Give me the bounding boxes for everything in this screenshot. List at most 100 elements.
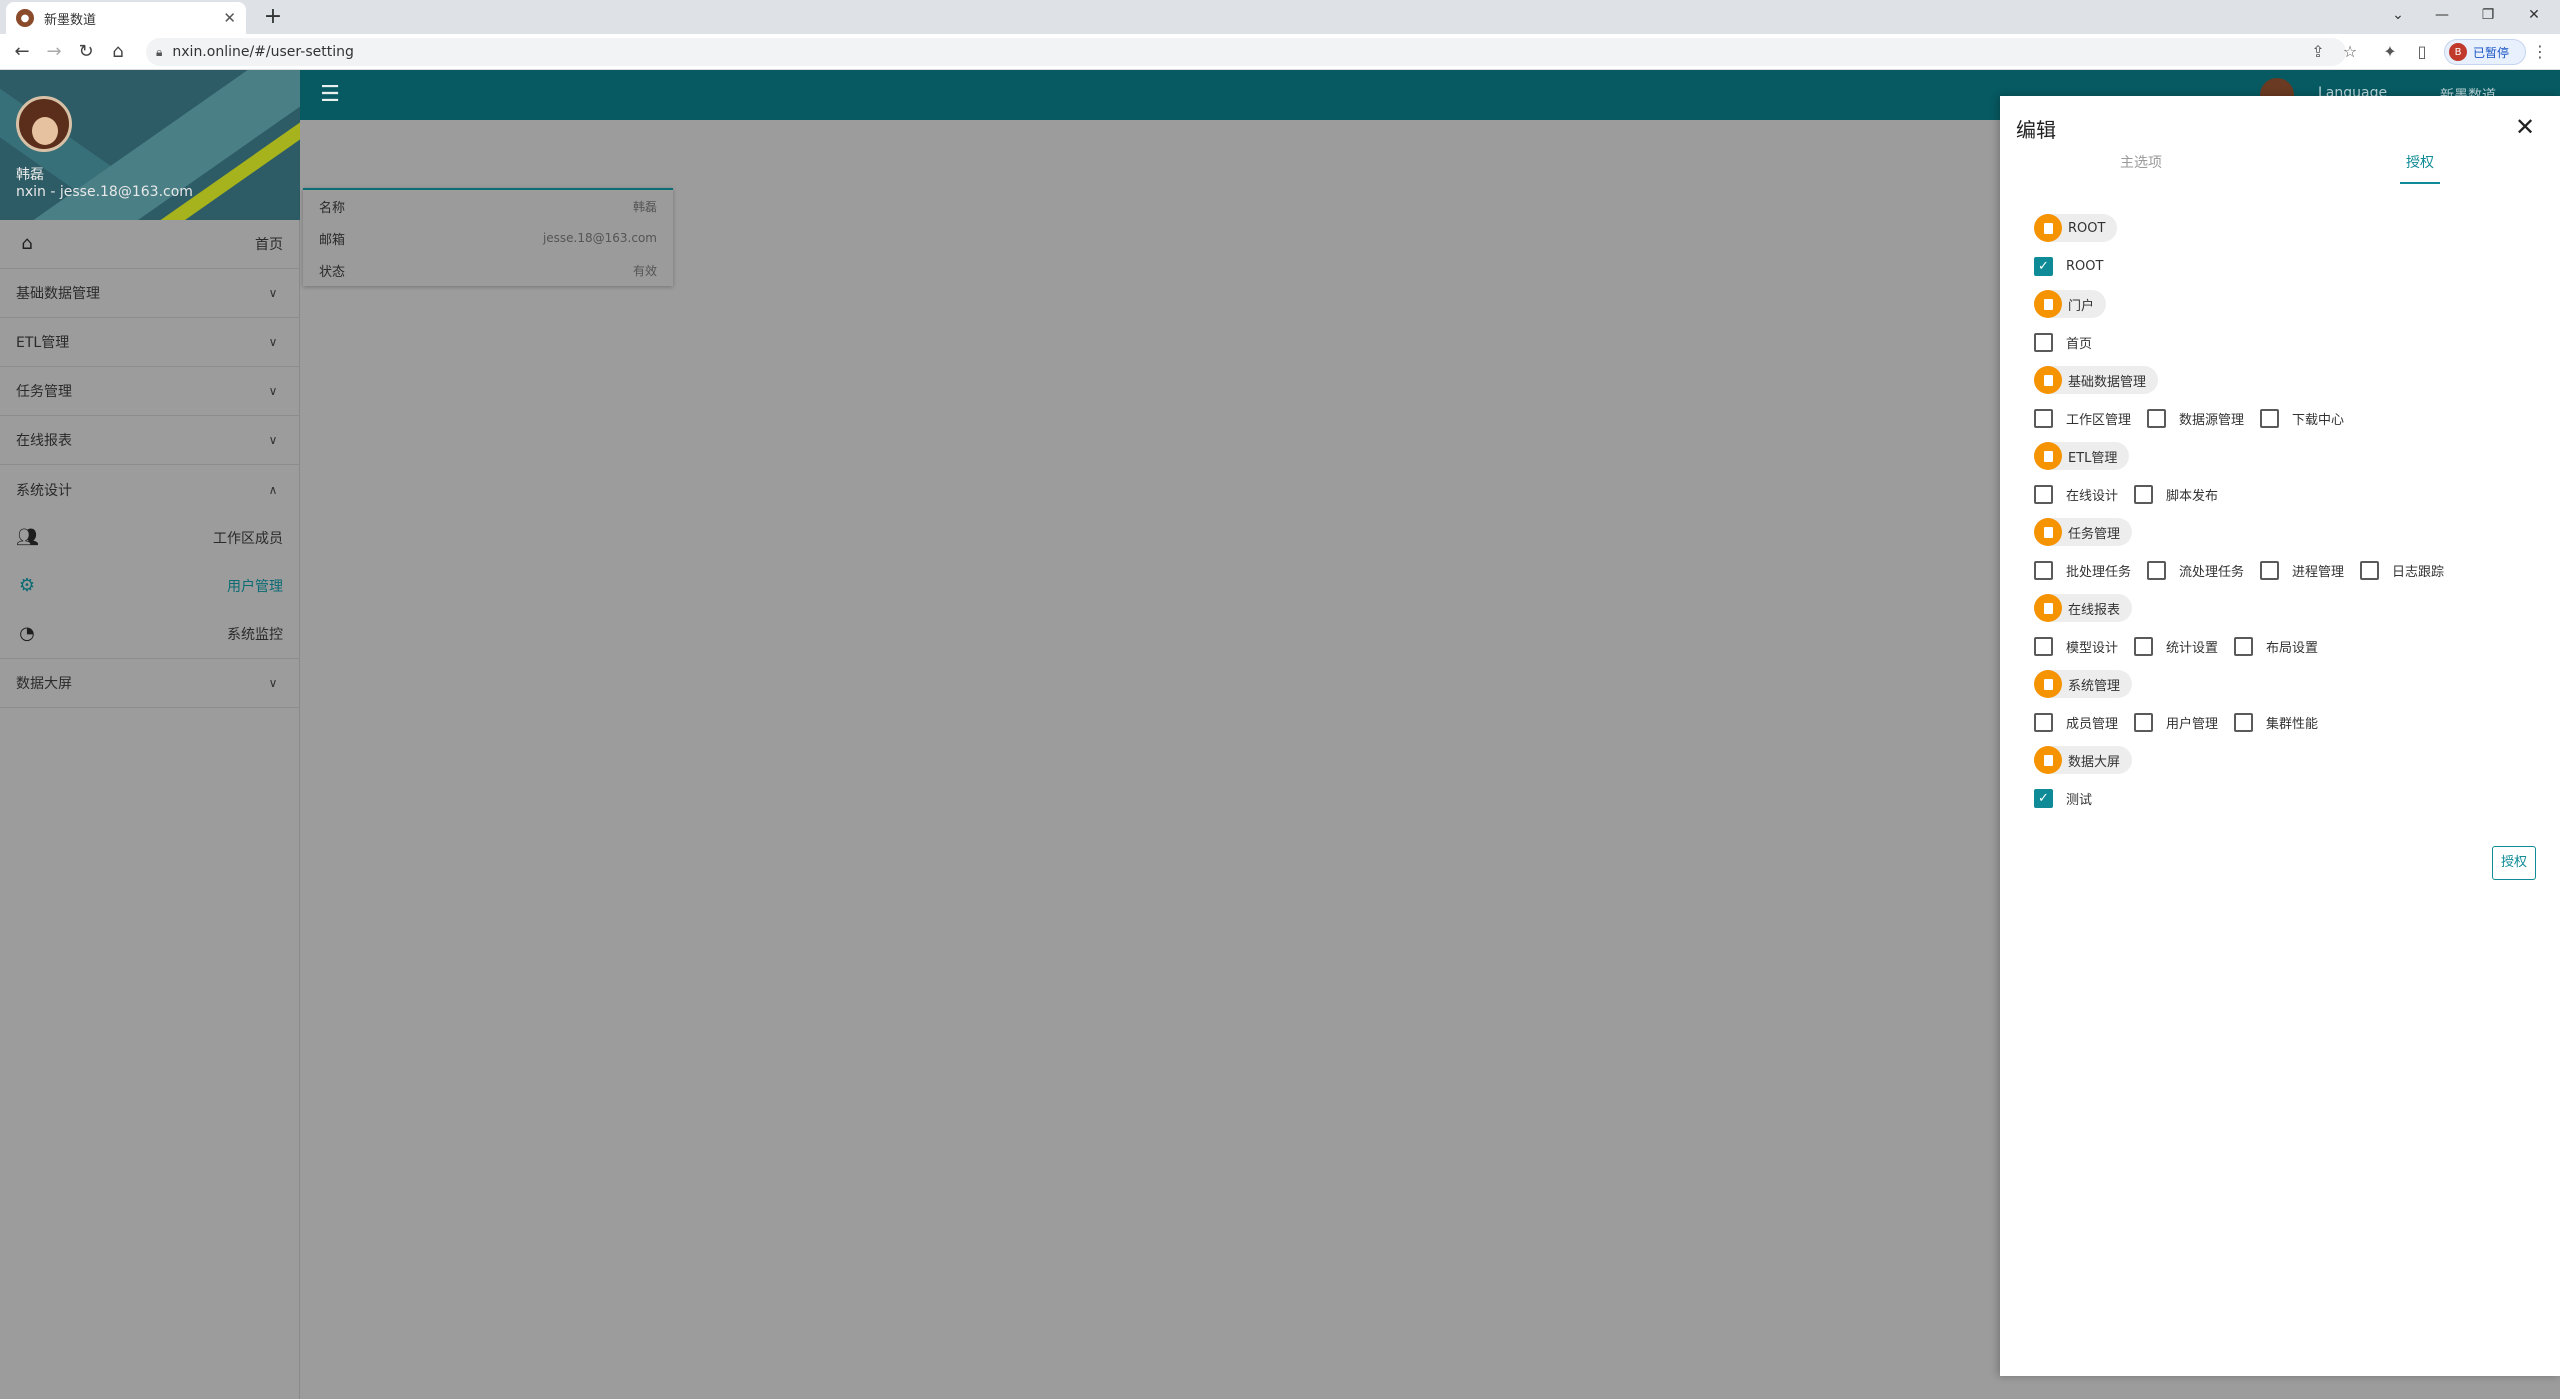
- browser-tab[interactable]: ● 新墨数道 ✕: [6, 2, 246, 34]
- permission-row: 模型设计 统计设置 布局设置: [2034, 632, 2534, 660]
- bookmark-icon: [2034, 290, 2062, 318]
- sidebar-item-system-monitor[interactable]: ◔ 系统监控: [0, 610, 299, 658]
- checkbox-unchecked-icon[interactable]: [2034, 712, 2053, 732]
- menu-toggle-icon[interactable]: ☰: [318, 83, 342, 107]
- back-icon[interactable]: ←: [10, 40, 34, 64]
- tab-main-options[interactable]: 主选项: [2106, 148, 2176, 184]
- info-row: 邮箱 jesse.18@163.com: [303, 222, 673, 254]
- permission-label: 测试: [2066, 792, 2093, 808]
- side-panel-icon[interactable]: ▯: [2410, 40, 2434, 64]
- permission-label: 模型设计: [2066, 640, 2119, 656]
- sidebar-item-tasks[interactable]: 任务管理 ∨: [0, 367, 299, 416]
- people-icon: 👥︎: [16, 527, 39, 548]
- sidebar-item-user-management[interactable]: ⚙ 用户管理: [0, 562, 299, 610]
- permission-checkbox[interactable]: 统计设置: [2134, 636, 2219, 656]
- permission-checkbox[interactable]: 用户管理: [2134, 712, 2218, 732]
- window-close-button[interactable]: ✕: [2512, 0, 2556, 30]
- sidebar-item-home[interactable]: ⌂ 首页: [0, 220, 299, 269]
- permission-checkbox[interactable]: ✓ 测试: [2034, 788, 2093, 808]
- chevron-down-icon: ∨: [268, 384, 278, 398]
- checkbox-unchecked-icon[interactable]: [2034, 636, 2053, 656]
- checkbox-checked-icon[interactable]: ✓: [2034, 256, 2053, 276]
- chevron-up-icon: ∧: [268, 482, 278, 497]
- permission-group-label: 任务管理: [2068, 526, 2121, 542]
- minimize-button[interactable]: —: [2420, 0, 2464, 30]
- permission-label: 统计设置: [2166, 640, 2219, 656]
- profile-name: 韩磊: [16, 167, 44, 183]
- permission-group-label: ROOT: [2068, 220, 2106, 236]
- browser-menu-icon[interactable]: ⋮: [2528, 40, 2552, 64]
- sidebar-item-label: 用户管理: [227, 579, 283, 595]
- permission-label: 脚本发布: [2166, 488, 2219, 504]
- address-bar[interactable]: 🔒︎ nxin.online/#/user-setting: [146, 38, 2346, 66]
- permission-row: 工作区管理 数据源管理 下载中心: [2034, 404, 2534, 432]
- checkbox-unchecked-icon[interactable]: [2134, 712, 2154, 732]
- permission-checkbox[interactable]: 数据源管理: [2147, 408, 2245, 428]
- sidebar-item-basic-data[interactable]: 基础数据管理 ∨: [0, 269, 299, 318]
- sidebar-item-label: 首页: [255, 237, 283, 253]
- share-icon[interactable]: ⇪: [2306, 40, 2330, 64]
- permission-checkbox[interactable]: 首页: [2034, 332, 2092, 352]
- bookmark-icon: [2034, 518, 2062, 546]
- checkbox-unchecked-icon[interactable]: [2034, 408, 2053, 428]
- checkbox-checked-icon[interactable]: ✓: [2034, 788, 2053, 808]
- permission-checkbox[interactable]: 日志跟踪: [2360, 560, 2444, 580]
- bookmark-icon: [2034, 746, 2062, 774]
- checkbox-unchecked-icon[interactable]: [2034, 560, 2053, 580]
- tab-grant[interactable]: 授权: [2400, 148, 2440, 184]
- permission-checkbox[interactable]: 批处理任务: [2034, 560, 2131, 580]
- permission-checkbox[interactable]: 进程管理: [2260, 560, 2344, 580]
- checkbox-unchecked-icon[interactable]: [2134, 636, 2154, 656]
- permission-checkbox[interactable]: 在线设计: [2034, 484, 2118, 504]
- new-tab-button[interactable]: +: [260, 4, 286, 30]
- permission-checkbox[interactable]: 成员管理: [2034, 712, 2118, 732]
- sidebar-item-workspace-members[interactable]: 👥︎ 工作区成员: [0, 514, 299, 562]
- checkbox-unchecked-icon[interactable]: [2147, 408, 2167, 428]
- sidebar-item-label: 系统监控: [227, 627, 283, 643]
- checkbox-unchecked-icon[interactable]: [2234, 712, 2254, 732]
- permission-group-chip: 门户: [2034, 290, 2107, 318]
- sidebar-item-label: 工作区成员: [213, 531, 283, 547]
- checkbox-unchecked-icon[interactable]: [2134, 484, 2154, 504]
- forward-icon[interactable]: →: [42, 40, 66, 64]
- checkbox-unchecked-icon[interactable]: [2034, 332, 2053, 352]
- checkbox-unchecked-icon[interactable]: [2034, 484, 2053, 504]
- sidebar-item-reports[interactable]: 在线报表 ∨: [0, 416, 299, 465]
- permission-checkbox[interactable]: 工作区管理: [2034, 408, 2131, 428]
- permission-group-chip: ROOT: [2034, 214, 2118, 242]
- permission-group-label: ETL管理: [2068, 450, 2118, 466]
- permission-label: 流处理任务: [2179, 564, 2245, 580]
- tab-search-icon[interactable]: ⌄: [2376, 0, 2420, 30]
- permission-checkbox[interactable]: ✓ ROOT: [2034, 256, 2103, 276]
- permission-checkbox[interactable]: 布局设置: [2234, 636, 2318, 656]
- info-key: 状态: [319, 264, 346, 280]
- permission-row: 在线设计 脚本发布: [2034, 480, 2534, 508]
- checkbox-unchecked-icon[interactable]: [2360, 560, 2380, 580]
- info-value: jesse.18@163.com: [542, 231, 657, 245]
- sidebar-item-etl[interactable]: ETL管理 ∨: [0, 318, 299, 367]
- grant-button[interactable]: 授权: [2492, 846, 2536, 880]
- permission-row: 首页: [2034, 328, 2534, 356]
- checkbox-unchecked-icon[interactable]: [2260, 408, 2280, 428]
- permission-checkbox[interactable]: 流处理任务: [2147, 560, 2245, 580]
- bookmark-star-icon[interactable]: ☆: [2338, 40, 2362, 64]
- extensions-icon[interactable]: ✦: [2378, 40, 2402, 64]
- close-icon[interactable]: ✕: [2510, 112, 2540, 142]
- tab-close-icon[interactable]: ✕: [223, 9, 236, 27]
- checkbox-unchecked-icon[interactable]: [2147, 560, 2167, 580]
- permission-checkbox[interactable]: 下载中心: [2260, 408, 2344, 428]
- sidebar-item-system-design[interactable]: 系统设计 ∧: [0, 465, 299, 514]
- permission-row: 批处理任务 流处理任务 进程管理 日志跟踪: [2034, 556, 2534, 584]
- permission-checkbox[interactable]: 脚本发布: [2134, 484, 2219, 504]
- checkbox-unchecked-icon[interactable]: [2234, 636, 2254, 656]
- checkbox-unchecked-icon[interactable]: [2260, 560, 2280, 580]
- permission-checkbox[interactable]: 模型设计: [2034, 636, 2119, 656]
- permission-label: 数据源管理: [2179, 412, 2245, 428]
- profile-paused-button[interactable]: B 已暂停: [2444, 39, 2526, 65]
- info-row: 名称 韩磊: [303, 190, 673, 222]
- restore-button[interactable]: ❐: [2466, 0, 2510, 30]
- reload-icon[interactable]: ↻: [74, 40, 98, 64]
- sidebar-item-data-screen[interactable]: 数据大屏 ∨: [0, 659, 299, 708]
- permission-checkbox[interactable]: 集群性能: [2234, 712, 2318, 732]
- home-icon[interactable]: ⌂: [106, 40, 130, 64]
